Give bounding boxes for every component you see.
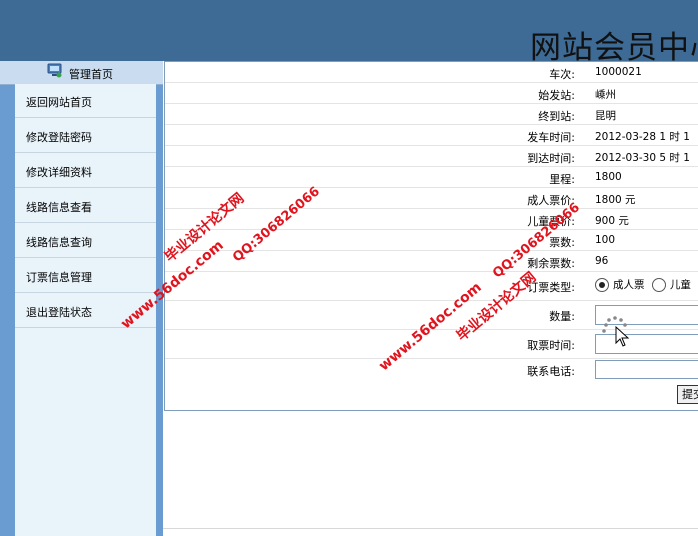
field-label: 终到站: xyxy=(538,110,575,123)
sidebar-item-label: 线路信息查看 xyxy=(26,201,92,214)
main-content: 车次: 1000021 始发站: 嵊州 终到站: 昆明 发车时间: 2012-0… xyxy=(163,61,698,536)
sidebar-header[interactable]: 管理首页 xyxy=(0,61,163,85)
sidebar-item-label: 线路信息查询 xyxy=(26,236,92,249)
sidebar-item-label: 订票信息管理 xyxy=(26,271,92,284)
adult-ticket-label: 成人票 xyxy=(613,279,645,291)
field-value: 96 xyxy=(595,255,609,267)
sidebar-item-label: 退出登陆状态 xyxy=(26,306,92,319)
phone-label: 联系电话: xyxy=(527,365,575,378)
form-row-ticket-type: 订票类型: 成人票 儿童 xyxy=(165,272,698,301)
field-value: 1800 xyxy=(595,171,622,183)
field-label: 里程: xyxy=(549,173,575,186)
form-row-origin: 始发站: 嵊州 xyxy=(165,83,698,104)
field-value: 嵊州 xyxy=(595,89,616,101)
submit-button[interactable]: 提交 xyxy=(677,385,698,404)
field-label: 剩余票数: xyxy=(527,257,575,270)
field-value: 1000021 xyxy=(595,66,642,78)
form-row-train-no: 车次: 1000021 xyxy=(165,62,698,83)
field-label: 始发站: xyxy=(538,89,575,102)
header-bar: 网站会员中心 xyxy=(0,0,698,61)
ticket-type-options: 成人票 儿童 xyxy=(595,277,691,292)
form-row-depart-time: 发车时间: 2012-03-28 1 时 1 xyxy=(165,125,698,146)
field-value: 100 xyxy=(595,234,616,246)
booking-form: 车次: 1000021 始发站: 嵊州 终到站: 昆明 发车时间: 2012-0… xyxy=(164,61,698,411)
child-ticket-radio[interactable] xyxy=(651,278,666,292)
sidebar-item-change-password[interactable]: 修改登陆密码 xyxy=(15,119,156,153)
form-row-phone: 联系电话: xyxy=(165,359,698,382)
sidebar-item-ticket-manage[interactable]: 订票信息管理 xyxy=(15,259,156,293)
field-value: 900 元 xyxy=(595,215,629,227)
form-row-distance: 里程: 1800 xyxy=(165,167,698,188)
sidebar-item-route-search[interactable]: 线路信息查询 xyxy=(15,224,156,258)
form-row-adult-price: 成人票价: 1800 元 xyxy=(165,188,698,209)
page-title: 网站会员中心 xyxy=(530,30,698,61)
field-label: 到达时间: xyxy=(527,152,575,165)
form-row-arrive-time: 到达时间: 2012-03-30 5 时 1 xyxy=(165,146,698,167)
form-row-destination: 终到站: 昆明 xyxy=(165,104,698,125)
child-ticket-label: 儿童 xyxy=(669,279,691,291)
phone-input[interactable] xyxy=(595,360,698,379)
field-label: 发车时间: xyxy=(527,131,575,144)
field-label: 车次: xyxy=(549,68,575,81)
sidebar: 管理首页 返回网站首页 修改登陆密码 修改详细资料 线路信息查看 线路信息查询 … xyxy=(0,61,163,536)
field-value: 2012-03-28 1 时 1 xyxy=(595,131,690,143)
divider xyxy=(163,528,698,529)
sidebar-item-label: 修改详细资料 xyxy=(26,166,92,179)
form-row-child-price: 儿童票价: 900 元 xyxy=(165,209,698,230)
field-value: 昆明 xyxy=(595,110,616,122)
pickup-time-label: 取票时间: xyxy=(527,339,575,352)
sidebar-item-route-view[interactable]: 线路信息查看 xyxy=(15,189,156,223)
sidebar-item-edit-profile[interactable]: 修改详细资料 xyxy=(15,154,156,188)
field-value: 1800 元 xyxy=(595,194,636,206)
quantity-label: 数量: xyxy=(549,310,575,323)
sidebar-item-home[interactable]: 返回网站首页 xyxy=(15,84,156,118)
field-value: 2012-03-30 5 时 1 xyxy=(595,152,690,164)
adult-ticket-radio[interactable] xyxy=(595,278,609,292)
sidebar-item-label: 修改登陆密码 xyxy=(26,131,92,144)
sidebar-item-label: 返回网站首页 xyxy=(26,96,92,109)
sidebar-header-label: 管理首页 xyxy=(69,68,113,81)
computer-icon xyxy=(47,63,62,78)
busy-cursor-icon xyxy=(602,316,630,347)
